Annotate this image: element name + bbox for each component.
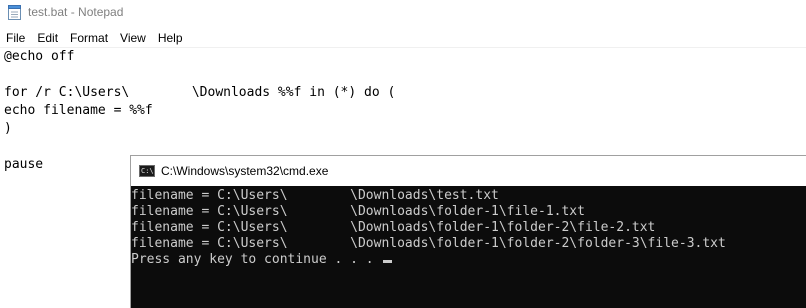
menu-view[interactable]: View (114, 29, 152, 47)
notepad-window-title: test.bat - Notepad (28, 5, 124, 19)
menu-help[interactable]: Help (152, 29, 189, 47)
cmd-window-title: C:\Windows\system32\cmd.exe (161, 164, 329, 178)
editor-line-4: echo filename = %%f (4, 103, 153, 118)
console-line: filename = C:\Users\ \Downloads\test.txt (131, 188, 499, 203)
console-line: filename = C:\Users\ \Downloads\folder-1… (131, 236, 726, 251)
editor-line-1: @echo off (4, 49, 75, 64)
notepad-menu-bar: File Edit Format View Help (0, 29, 806, 47)
console-prompt-line: Press any key to continue . . . (131, 252, 393, 268)
cmd-title-bar[interactable]: C:\ C:\Windows\system32\cmd.exe (131, 156, 806, 186)
cmd-console-output[interactable]: filename = C:\Users\ \Downloads\test.txt… (131, 186, 806, 308)
console-line: filename = C:\Users\ \Downloads\folder-1… (131, 204, 585, 219)
console-line: filename = C:\Users\ \Downloads\folder-1… (131, 220, 656, 235)
menu-edit[interactable]: Edit (31, 29, 64, 47)
console-prompt-text: Press any key to continue . . . (131, 252, 382, 267)
editor-line-3: for /r C:\Users\ \Downloads %%f in (*) d… (4, 85, 396, 100)
menu-format[interactable]: Format (64, 29, 114, 47)
text-cursor (383, 260, 393, 263)
cmd-icon: C:\ (139, 165, 155, 177)
editor-line-7: pause (4, 157, 44, 172)
cmd-window[interactable]: C:\ C:\Windows\system32\cmd.exe filename… (130, 155, 806, 308)
notepad-title-bar[interactable]: test.bat - Notepad (0, 0, 806, 26)
notepad-icon (8, 5, 21, 20)
editor-line-5: ) (4, 121, 12, 136)
menu-file[interactable]: File (0, 29, 31, 47)
